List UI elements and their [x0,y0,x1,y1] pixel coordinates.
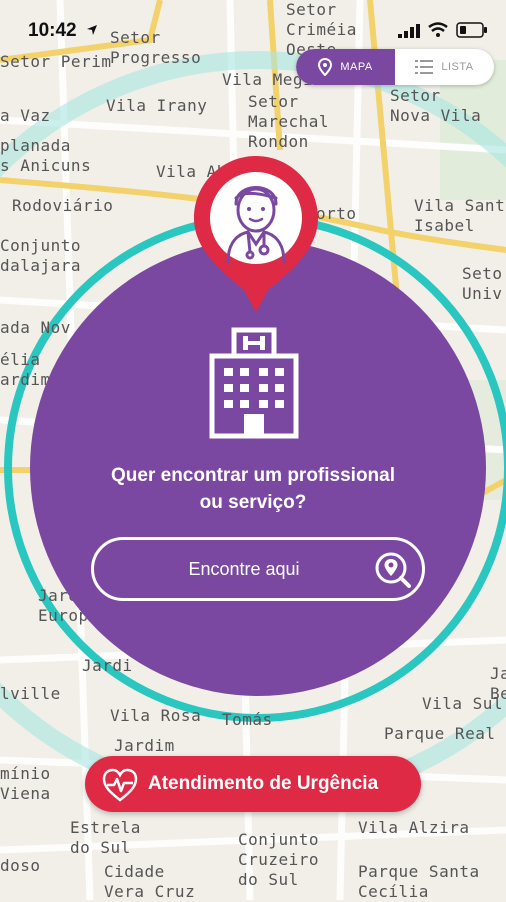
map-label: Jardi [82,656,133,675]
map-label: Ja Be [490,664,506,703]
battery-icon [456,22,487,38]
map-label: Conjunto dalajara [0,236,82,275]
map-label: Setor Marechal Rondon [248,92,330,151]
map-label: Setor Nova Vila [390,86,482,125]
wifi-icon [428,22,448,37]
urgent-care-label: Atendimento de Urgência [148,773,379,794]
map-label: Conjunto Cruzeiro do Sul [238,830,320,889]
map-label: Rodoviário [12,196,114,215]
location-arrow-icon [87,25,97,35]
map-label: Vila Rosa [110,706,202,725]
search-placeholder: Encontre aqui [188,559,300,579]
tab-list-label: LISTA [441,61,474,73]
map-label: Vila Santa Isabel [414,196,506,235]
tab-map-label: MAPA [340,61,373,73]
tab-map[interactable]: MAPA [296,49,395,85]
map-label: Tomás [222,710,273,729]
urgent-care-button[interactable]: Atendimento de Urgência [85,756,421,812]
view-toggle: MAPA LISTA [296,49,494,85]
map-label: Cidade Vera Cruz [104,862,196,901]
map-label: planada s Anicuns [0,136,92,175]
hospital-icon [209,327,299,439]
doctor-pin [194,156,318,312]
signal-icon [398,24,420,38]
heart-pulse-icon [102,768,138,802]
search-question: Quer encontrar um profissional ou serviç… [111,465,395,513]
map-label: Estrela do Sul [70,818,141,857]
map-label: orto [316,204,357,223]
map-pin-icon [318,58,333,76]
map-label: Parque Santa Cecília [358,862,480,901]
map-label: doso [0,856,41,875]
map-label: Parque Real [384,724,496,743]
search-field[interactable]: Encontre aqui [91,537,425,601]
location-search-icon[interactable] [374,551,412,589]
map-label: lville [0,684,61,703]
tab-list[interactable]: LISTA [395,49,494,85]
map-label: Jardim [114,736,175,755]
map-label: a Vaz [0,106,51,125]
list-icon [415,60,434,74]
map-label: Vila Irany [106,96,208,115]
map-label: élia ardim [0,350,51,389]
map-label: Vila Alzira [358,818,470,837]
map-label: Seto Univ [462,264,503,303]
status-time: 10:42 [28,20,77,41]
map-label: mínio Viena [0,764,51,803]
map-label: ada Nov [0,318,71,337]
